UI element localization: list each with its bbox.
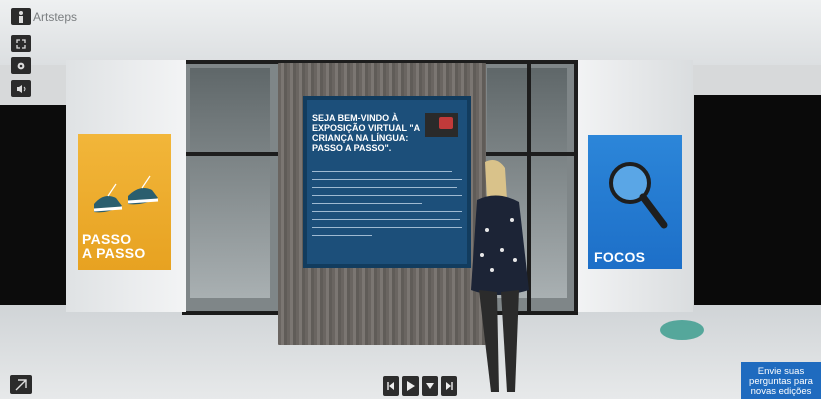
previous-button[interactable] bbox=[383, 376, 399, 396]
poster-left-title: PASSO A PASSO bbox=[82, 231, 146, 261]
walk-mode-button[interactable] bbox=[11, 8, 31, 25]
play-button[interactable] bbox=[401, 376, 420, 396]
next-icon bbox=[446, 382, 453, 390]
tour-controls bbox=[383, 376, 457, 396]
sound-button[interactable] bbox=[11, 80, 31, 97]
fullscreen-button[interactable] bbox=[11, 35, 31, 52]
previous-icon bbox=[387, 382, 394, 390]
dropdown-icon bbox=[426, 383, 435, 389]
settings-icon bbox=[17, 62, 25, 69]
poster-focos[interactable]: FOCOS bbox=[588, 135, 682, 269]
exit-icon bbox=[15, 378, 27, 390]
play-icon bbox=[407, 381, 416, 391]
next-button[interactable] bbox=[441, 376, 457, 396]
fullscreen-icon bbox=[16, 38, 26, 49]
dark-wall-left bbox=[0, 105, 70, 305]
exhibition-logo bbox=[425, 113, 458, 137]
sneakers-icon bbox=[93, 175, 159, 213]
cta-line-3: novas edições bbox=[750, 386, 812, 397]
person-icon bbox=[19, 10, 23, 23]
welcome-body-text bbox=[312, 171, 462, 243]
ceiling bbox=[0, 0, 821, 65]
poster-passo-a-passo[interactable]: PASSO A PASSO bbox=[78, 134, 171, 270]
welcome-title: SEJA BEM-VINDO À EXPOSIÇÃO VIRTUAL "A CR… bbox=[312, 113, 420, 153]
settings-button[interactable] bbox=[11, 57, 31, 74]
visitor-avatar bbox=[471, 160, 529, 392]
poster-right-title: FOCOS bbox=[594, 249, 646, 265]
magnifier-icon bbox=[609, 162, 668, 229]
dark-wall-right bbox=[694, 95, 821, 305]
sound-icon bbox=[16, 84, 25, 93]
exit-button[interactable] bbox=[10, 375, 32, 394]
floor-footprints-sign bbox=[660, 320, 704, 340]
dropdown-button[interactable] bbox=[422, 376, 439, 396]
watermark: Artsteps bbox=[33, 10, 78, 24]
exhibition-scene[interactable]: PASSO A PASSO FOCOS SEJA BEM-VINDO À EXP… bbox=[0, 0, 821, 399]
send-questions-button[interactable]: Envie suas perguntas para novas edições bbox=[741, 362, 821, 399]
